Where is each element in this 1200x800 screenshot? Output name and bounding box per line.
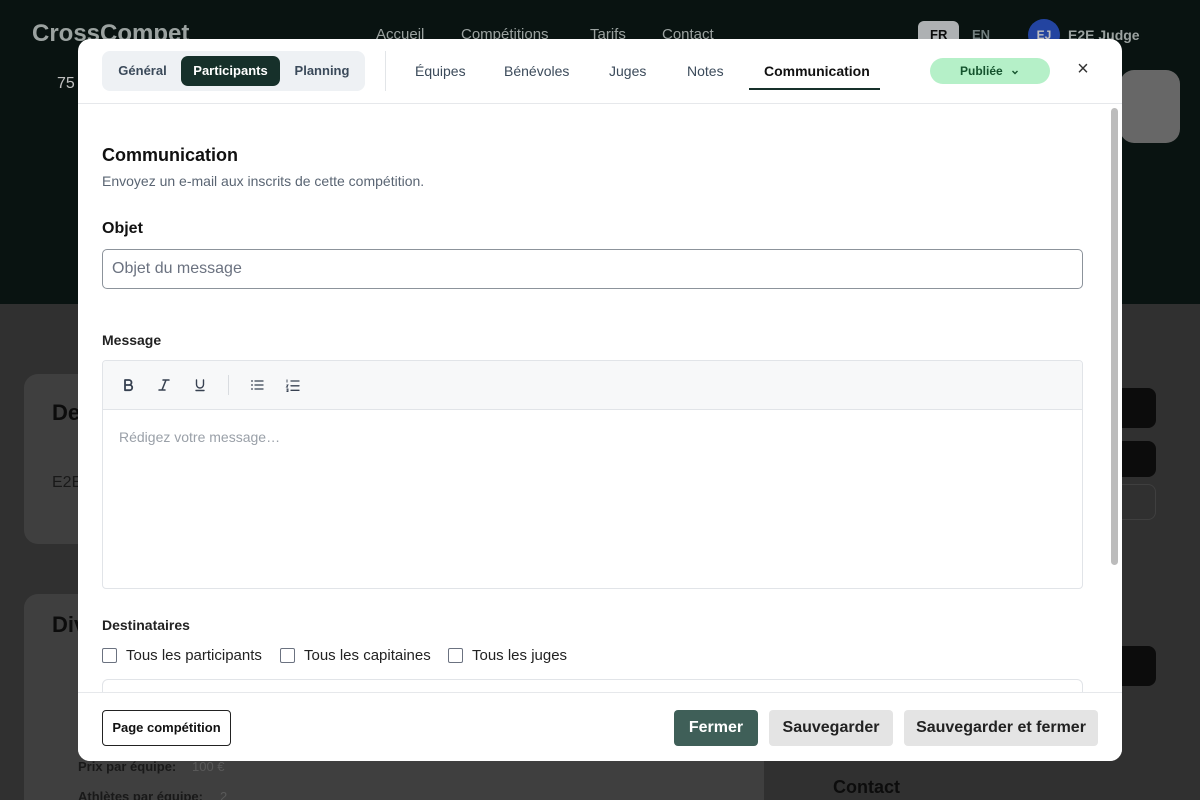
tab-communication[interactable]: Communication [764,63,870,79]
section-subtitle: Envoyez un e-mail aux inscrits de cette … [102,173,425,189]
status-label: Publiée [959,64,1003,78]
competition-page-button[interactable]: Page compétition [102,710,231,746]
close-icon: × [1077,58,1089,80]
divider [385,51,386,91]
close-modal-button[interactable]: × [1074,59,1092,79]
italic-icon [158,379,170,391]
numbered-list-icon [285,379,300,392]
bullet-list-button[interactable] [247,375,267,395]
tab-equipes[interactable]: Équipes [415,63,466,79]
scrollbar-thumb[interactable] [1111,108,1118,565]
section-title: Communication [102,145,239,165]
modal-footer: Page compétition Fermer Sauvegarder Sauv… [78,692,1122,761]
checkbox[interactable] [280,647,295,663]
checkbox-label: Tous les capitaines [304,646,431,664]
recipients-label: Destinataires [102,617,190,633]
bold-icon [124,379,134,392]
subject-input[interactable] [102,249,1083,289]
recipient-all-captains[interactable]: Tous les capitaines [280,646,431,664]
message-label: Message [102,332,162,348]
checkbox-label: Tous les juges [472,646,568,664]
segment-participants[interactable]: Participants [181,56,280,86]
message-editor: Rédigez votre message… [102,360,1083,589]
close-button[interactable]: Fermer [674,710,758,746]
recipient-all-judges[interactable]: Tous les juges [448,646,567,664]
message-textarea[interactable]: Rédigez votre message… [119,429,280,445]
save-and-close-button[interactable]: Sauvegarder et fermer [904,710,1098,746]
section-switcher: Général Participants Planning [102,51,365,91]
subject-label: Objet [102,220,143,237]
chevron-down-icon [1012,70,1019,75]
tab-notes[interactable]: Notes [687,63,724,79]
toolbar-divider [228,375,229,395]
checkbox[interactable] [102,647,117,663]
tab-juges[interactable]: Juges [609,63,646,79]
editor-toolbar [103,361,1082,410]
bullet-list-icon [251,380,264,390]
competition-modal: Général Participants Planning Équipes Bé… [78,39,1122,761]
checkbox-label: Tous les participants [126,646,262,664]
numbered-list-button[interactable] [283,375,303,395]
status-dropdown[interactable]: Publiée [930,58,1050,84]
segment-planning[interactable]: Planning [283,56,361,86]
active-tab-indicator [749,88,880,90]
modal-header: Général Participants Planning Équipes Bé… [78,39,1122,104]
underline-button[interactable] [190,375,210,395]
bold-button[interactable] [118,375,138,395]
underline-icon [195,379,205,392]
checkbox[interactable] [448,647,463,663]
save-button[interactable]: Sauvegarder [769,710,893,746]
recipient-all-participants[interactable]: Tous les participants [102,646,262,664]
tab-benevoles[interactable]: Bénévoles [504,63,569,79]
segment-general[interactable]: Général [107,56,178,86]
italic-button[interactable] [154,375,174,395]
